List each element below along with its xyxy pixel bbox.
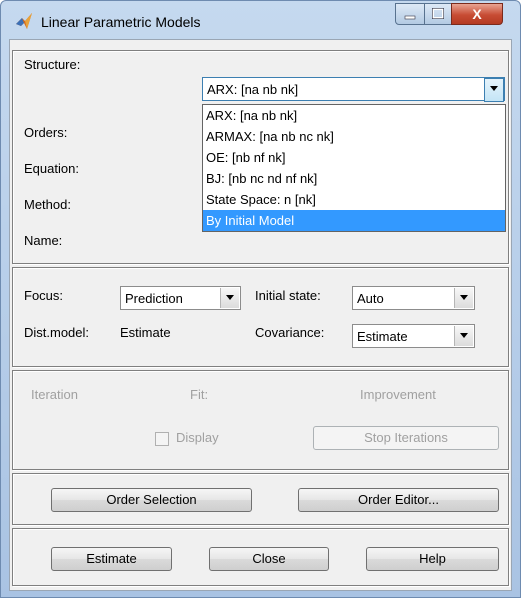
dist-model-value: Estimate xyxy=(120,325,171,340)
structure-label: Structure: xyxy=(24,57,81,72)
covariance-select[interactable]: Estimate xyxy=(352,324,475,348)
chevron-down-icon xyxy=(226,295,234,300)
covariance-dropdown-button[interactable] xyxy=(454,326,473,346)
initial-state-dropdown-button[interactable] xyxy=(454,288,473,308)
structure-option-state-space[interactable]: State Space: n [nk] xyxy=(203,189,505,210)
minimize-icon xyxy=(404,15,416,20)
initial-state-label: Initial state: xyxy=(255,288,321,303)
close-icon: X xyxy=(472,6,482,22)
dist-model-label: Dist.model: xyxy=(24,325,90,340)
fit-label: Fit: xyxy=(190,387,209,402)
title-bar[interactable]: Linear Parametric Models X xyxy=(1,1,520,39)
stop-iterations-button[interactable]: Stop Iterations xyxy=(313,426,499,450)
focus-select[interactable]: Prediction xyxy=(120,286,241,310)
orders-label: Orders: xyxy=(24,125,68,140)
close-window-button[interactable]: X xyxy=(451,3,503,25)
display-checkbox[interactable] xyxy=(155,432,169,446)
chevron-down-icon xyxy=(460,295,468,300)
display-label: Display xyxy=(176,430,219,445)
help-button[interactable]: Help xyxy=(366,547,499,571)
structure-dropdown-button[interactable] xyxy=(484,78,504,102)
structure-option-arx[interactable]: ARX: [na nb nk] xyxy=(203,105,505,126)
covariance-label: Covariance: xyxy=(255,325,325,340)
focus-dropdown-button[interactable] xyxy=(220,288,239,308)
initial-state-select[interactable]: Auto xyxy=(352,286,475,310)
maximize-icon xyxy=(432,8,444,19)
structure-option-oe[interactable]: OE: [nb nf nk] xyxy=(203,147,505,168)
focus-value: Prediction xyxy=(125,291,183,306)
minimize-button[interactable] xyxy=(395,3,425,25)
chevron-down-icon xyxy=(460,333,468,338)
focus-label: Focus: xyxy=(24,288,64,303)
chevron-down-icon xyxy=(490,86,498,91)
structure-value: ARX: [na nb nk] xyxy=(207,82,299,97)
order-editor-button[interactable]: Order Editor... xyxy=(298,488,499,512)
matlab-logo-icon xyxy=(16,13,32,29)
initial-state-value: Auto xyxy=(357,291,384,306)
iteration-label: Iteration xyxy=(31,387,78,402)
structure-dropdown-list: ARX: [na nb nk] ARMAX: [na nb nc nk] OE:… xyxy=(202,104,506,232)
window-title: Linear Parametric Models xyxy=(41,14,201,30)
name-label: Name: xyxy=(24,233,63,248)
structure-select[interactable]: ARX: [na nb nk] xyxy=(202,77,505,102)
maximize-button[interactable] xyxy=(424,3,452,25)
covariance-value: Estimate xyxy=(357,329,408,344)
dialog-body: Structure: ARX: [na nb nk] Orders: Equat… xyxy=(9,39,512,591)
method-label: Method: xyxy=(24,197,71,212)
improvement-label: Improvement xyxy=(360,387,436,402)
close-button[interactable]: Close xyxy=(209,547,329,571)
structure-option-by-initial-model[interactable]: By Initial Model xyxy=(203,210,505,231)
structure-option-bj[interactable]: BJ: [nb nc nd nf nk] xyxy=(203,168,505,189)
options-panel: Focus: Prediction Initial state: Auto Di… xyxy=(12,267,509,367)
structure-option-armax[interactable]: ARMAX: [na nb nc nk] xyxy=(203,126,505,147)
estimate-button[interactable]: Estimate xyxy=(51,547,172,571)
order-selection-button[interactable]: Order Selection xyxy=(51,488,252,512)
equation-label: Equation: xyxy=(24,161,79,176)
actions-panel: Estimate Close Help xyxy=(12,528,509,586)
order-panel: Order Selection Order Editor... xyxy=(12,473,509,525)
dialog-window: Linear Parametric Models X Structure: AR… xyxy=(0,0,521,598)
iteration-panel: Iteration Fit: Improvement Display Stop … xyxy=(12,370,509,470)
